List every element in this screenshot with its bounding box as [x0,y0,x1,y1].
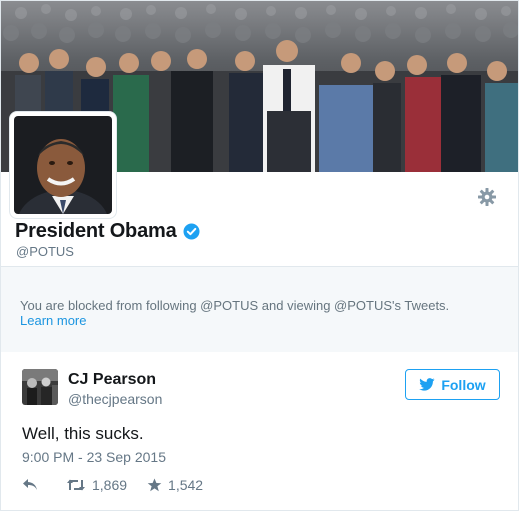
profile-handle: @POTUS [16,244,74,259]
blocked-message: You are blocked from following @POTUS an… [20,298,450,313]
blocked-notice: You are blocked from following @POTUS an… [1,266,518,352]
follow-button[interactable]: Follow [405,369,500,400]
profile-avatar-image [14,116,112,214]
profile-card: President Obama @POTUS You are blocked f… [0,0,519,352]
tweet-actions: 1,869 1,542 [22,477,203,493]
profile-name-row: President Obama [15,220,200,243]
gear-icon[interactable] [477,187,497,207]
reply-icon [23,479,37,490]
tweet-author-handle[interactable]: @thecjpearson [68,391,162,407]
star-icon [147,478,162,492]
tweet-author-avatar[interactable] [22,369,58,405]
verified-badge-icon [183,223,200,240]
twitter-bird-icon [419,378,435,391]
retweet-count: 1,869 [92,477,128,493]
like-count: 1,542 [168,477,204,493]
tweet-text: Well, this sucks. [22,424,144,443]
tweet-author-name[interactable]: CJ Pearson [68,371,156,389]
tweet-author-avatar-image [22,369,58,405]
tweet-card: CJ Pearson @thecjpearson Follow Well, th… [0,352,519,511]
tweet-timestamp[interactable]: 9:00 PM - 23 Sep 2015 [22,449,166,465]
reply-button[interactable] [22,478,44,492]
learn-more-link[interactable]: Learn more [20,313,86,328]
like-button[interactable]: 1,542 [147,477,203,493]
retweet-button[interactable]: 1,869 [66,477,127,493]
profile-display-name[interactable]: President Obama [15,220,177,243]
retweet-icon [67,479,85,491]
follow-button-label: Follow [441,376,486,393]
profile-avatar[interactable] [10,112,116,218]
